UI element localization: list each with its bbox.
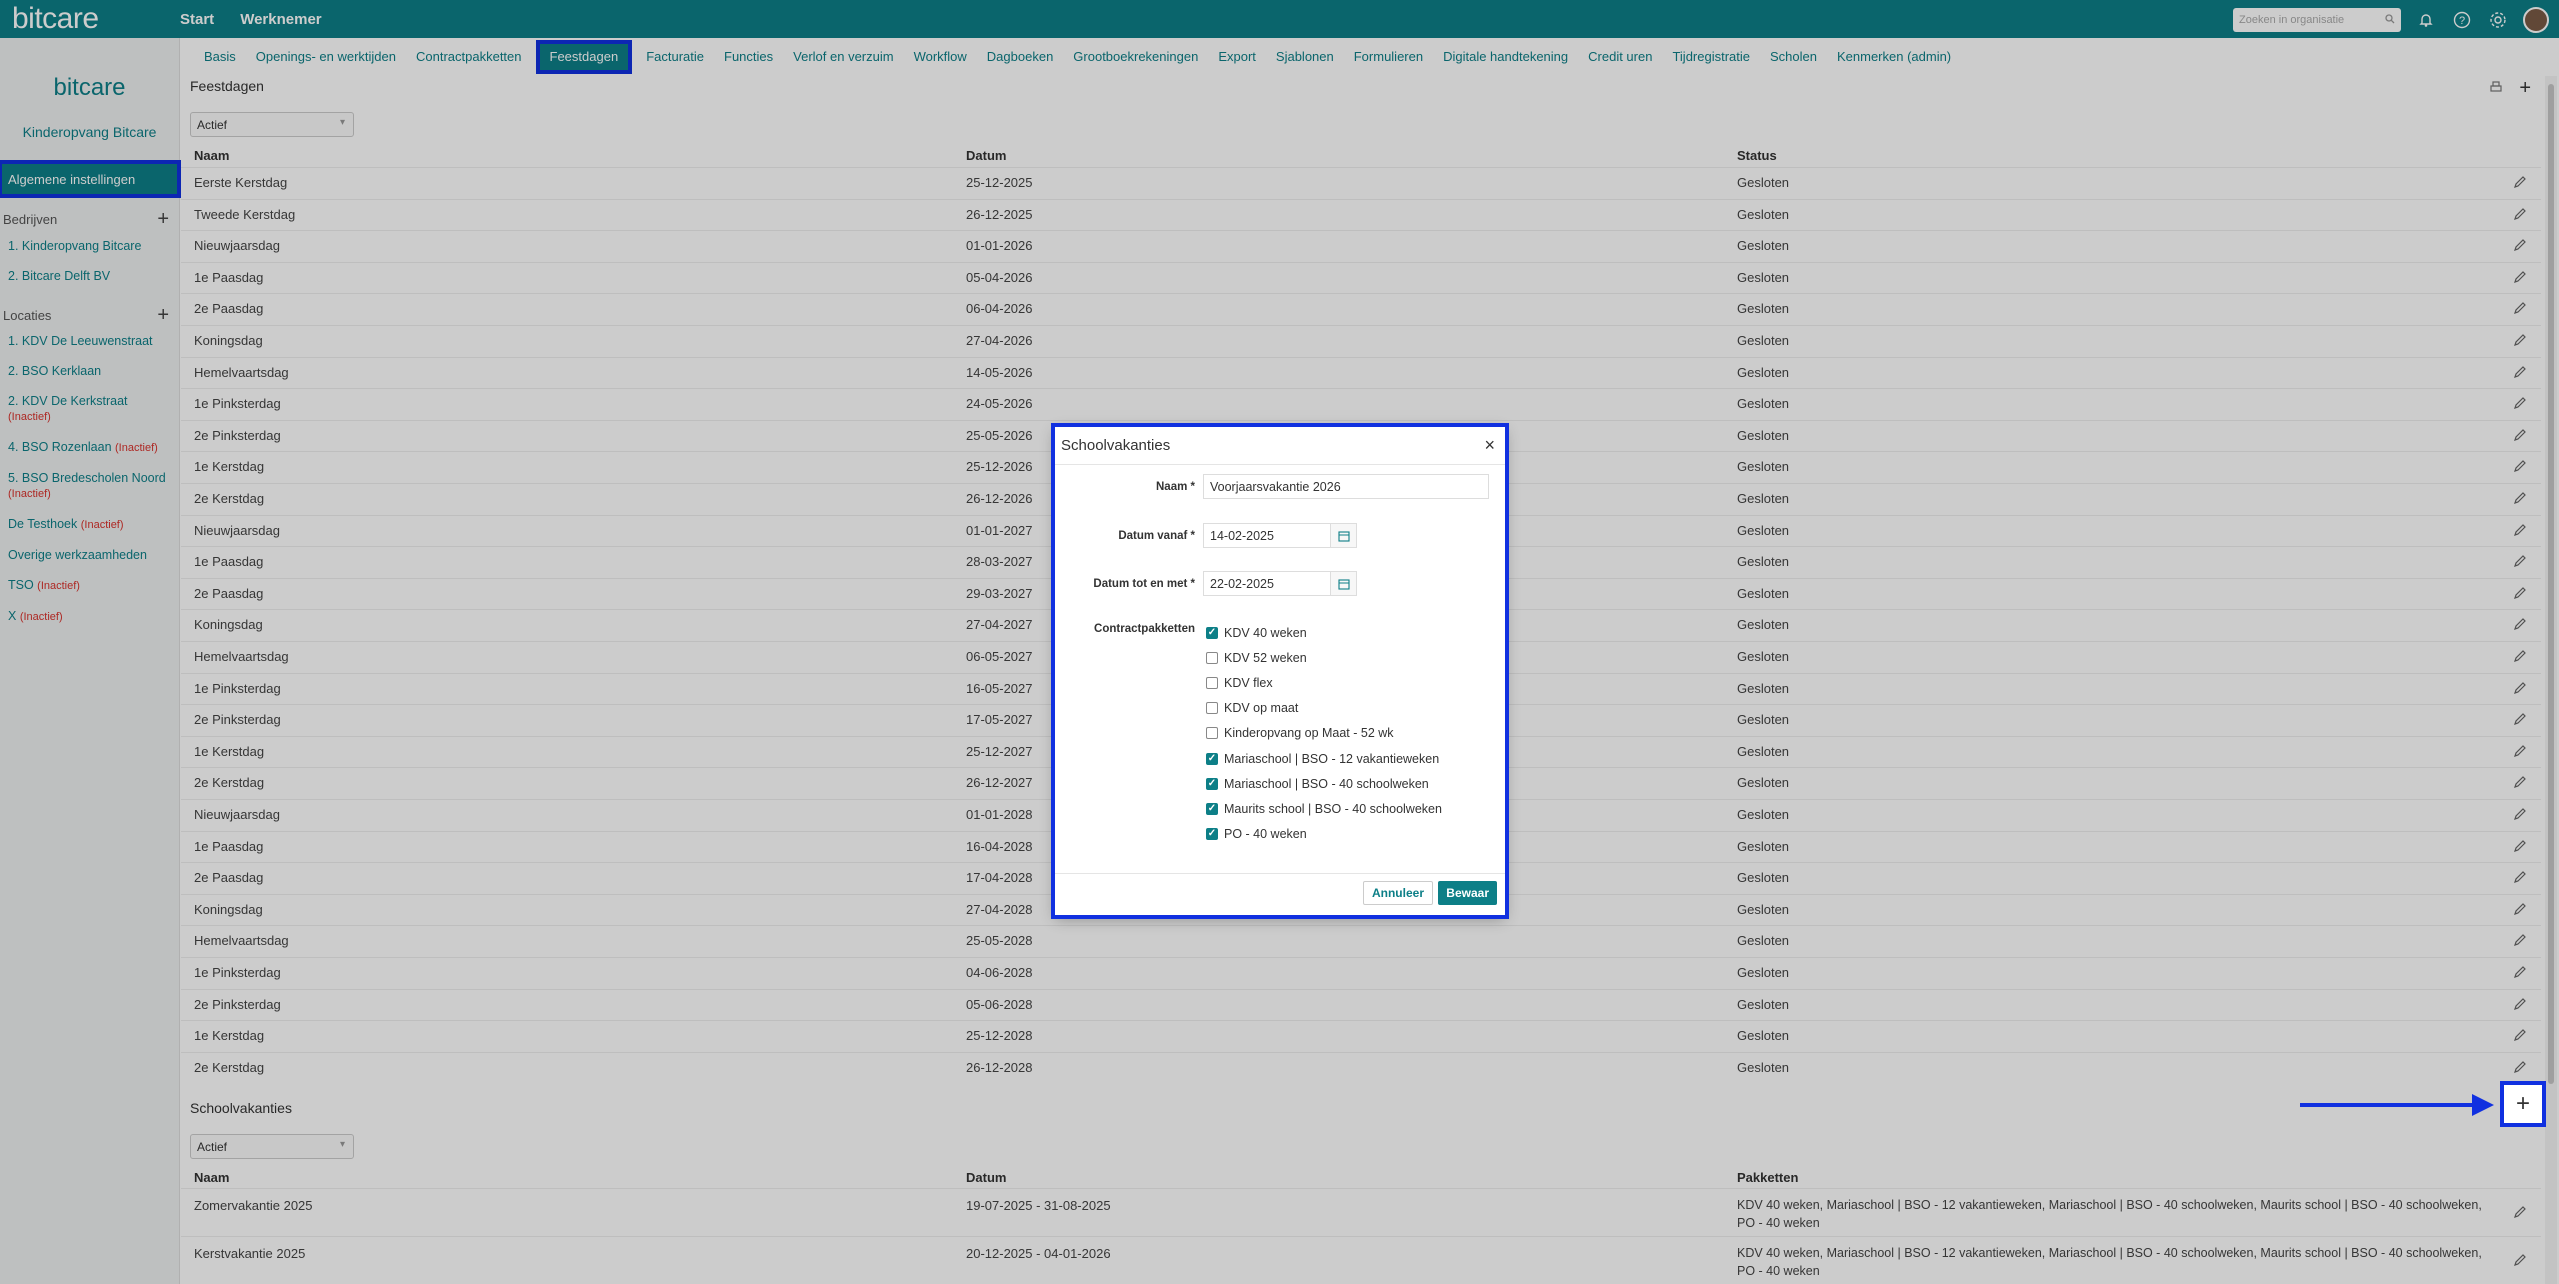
checkbox-label: KDV flex: [1224, 675, 1273, 690]
checkbox-label: Mariaschool | BSO - 40 schoolweken: [1224, 776, 1429, 791]
checkbox[interactable]: [1206, 626, 1218, 639]
checkbox-label: KDV 40 weken: [1224, 625, 1307, 640]
close-icon[interactable]: ×: [1484, 435, 1495, 456]
form-row-naam: Naam * Voorjaarsvakantie 2026: [1055, 474, 1505, 499]
checkbox[interactable]: [1206, 802, 1218, 815]
datum-vanaf-label: Datum vanaf *: [1118, 529, 1195, 542]
checkbox[interactable]: [1206, 777, 1218, 790]
checkbox-label: KDV 52 weken: [1224, 650, 1307, 665]
contractpakketten-label: Contractpakketten: [1094, 623, 1195, 635]
form-row-datum-tot: Datum tot en met * 22-02-2025: [1055, 571, 1505, 596]
checkbox[interactable]: [1206, 828, 1218, 841]
dialog-header: Schoolvakanties ×: [1055, 427, 1505, 465]
add-schoolvakantie-button[interactable]: +: [2500, 1081, 2546, 1127]
datum-tot-field: 22-02-2025: [1203, 571, 1357, 596]
datum-vanaf-field: 14-02-2025: [1203, 523, 1357, 548]
checkbox[interactable]: [1206, 727, 1218, 740]
calendar-icon[interactable]: [1331, 571, 1357, 596]
dialog-title: Schoolvakanties: [1061, 437, 1171, 454]
contractpakket-option[interactable]: Mariaschool | BSO - 40 schoolweken: [1206, 771, 1442, 796]
checkbox[interactable]: [1206, 752, 1218, 765]
cancel-button[interactable]: Annuleer: [1362, 881, 1433, 905]
naam-input[interactable]: Voorjaarsvakantie 2026: [1203, 474, 1489, 499]
contractpakket-option[interactable]: Mariaschool | BSO - 12 vakantieweken: [1206, 746, 1442, 771]
contractpakket-option[interactable]: KDV flex: [1206, 670, 1442, 695]
checkbox[interactable]: [1206, 702, 1218, 715]
dialog-footer: Annuleer Bewaar: [1055, 873, 1505, 915]
contractpakket-option[interactable]: KDV 52 weken: [1206, 645, 1442, 670]
datum-vanaf-input[interactable]: 14-02-2025: [1203, 523, 1331, 548]
contractpakket-option[interactable]: PO - 40 weken: [1206, 822, 1442, 847]
datum-tot-input[interactable]: 22-02-2025: [1203, 571, 1331, 596]
naam-label: Naam *: [1156, 480, 1195, 493]
contractpakket-option[interactable]: Kinderopvang op Maat - 52 wk: [1206, 721, 1442, 746]
checkbox-label: Maurits school | BSO - 40 schoolweken: [1224, 801, 1442, 816]
calendar-icon[interactable]: [1331, 523, 1357, 548]
annotation-arrow-head: [2472, 1094, 2494, 1116]
checkbox-label: Mariaschool | BSO - 12 vakantieweken: [1224, 751, 1440, 766]
form-row-contractpakketten: Contractpakketten: [1055, 623, 1203, 635]
contractpakket-option[interactable]: KDV op maat: [1206, 696, 1442, 721]
datum-tot-label: Datum tot en met *: [1093, 577, 1195, 590]
save-button[interactable]: Bewaar: [1438, 881, 1497, 905]
contractpakketten-checkboxes: KDV 40 weken KDV 52 weken KDV flex KDV op m…: [1206, 620, 1442, 847]
contractpakket-option[interactable]: Maurits school | BSO - 40 schoolweken: [1206, 796, 1442, 821]
checkbox-label: KDV op maat: [1224, 701, 1299, 716]
form-row-datum-vanaf: Datum vanaf * 14-02-2025: [1055, 523, 1505, 548]
checkbox-label: Kinderopvang op Maat - 52 wk: [1224, 726, 1394, 741]
checkbox[interactable]: [1206, 676, 1218, 689]
annotation-arrow: [2300, 1103, 2475, 1107]
checkbox[interactable]: [1206, 651, 1218, 664]
contractpakket-option[interactable]: KDV 40 weken: [1206, 620, 1442, 645]
checkbox-label: PO - 40 weken: [1224, 827, 1307, 842]
schoolvakanties-dialog: Schoolvakanties × Naam * Voorjaarsvakant…: [1051, 423, 1509, 919]
